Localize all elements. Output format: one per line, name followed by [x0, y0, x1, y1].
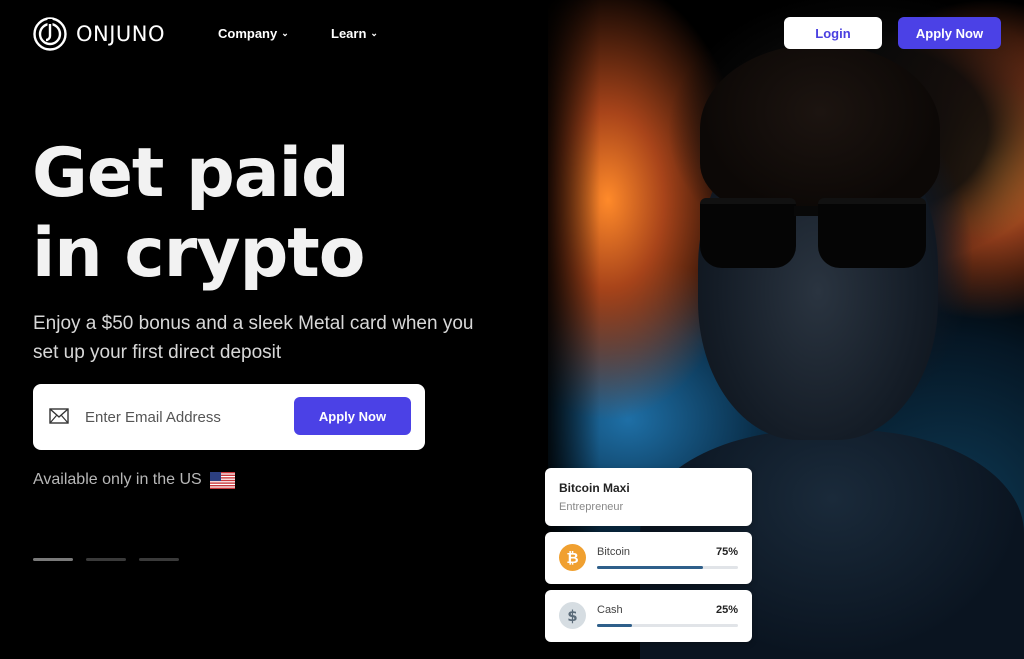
chevron-down-icon: ⌄: [281, 28, 289, 38]
sunglasses-right-lens: [818, 198, 926, 268]
sunglasses-bridge: [794, 206, 820, 216]
onjuno-logo-icon: [33, 17, 67, 51]
chevron-down-icon: ⌄: [370, 28, 378, 38]
hero-headline: Get paid in crypto: [32, 134, 532, 294]
us-flag-icon: [209, 471, 235, 489]
dollar-icon: $: [559, 602, 586, 629]
nav-learn-label: Learn: [331, 26, 367, 41]
nav-company-label: Company: [218, 26, 278, 41]
allocation-bar-fill: [597, 624, 633, 627]
allocation-bar: [597, 624, 738, 627]
hero-subtext: Enjoy a $50 bonus and a sleek Metal card…: [33, 313, 474, 363]
hero-headline-line-2: in crypto: [32, 214, 365, 293]
slider-dot[interactable]: [86, 558, 126, 561]
availability-note: Available only in the US: [33, 471, 235, 489]
allocation-bar-fill: [597, 566, 703, 569]
slider-dot[interactable]: [33, 558, 73, 561]
email-signup-form: Apply Now: [33, 384, 425, 450]
availability-text: Available only in the US: [33, 471, 202, 488]
apply-now-nav-button[interactable]: Apply Now: [898, 17, 1001, 49]
nav-learn-menu[interactable]: Learn ⌄: [331, 26, 378, 41]
brand-name: ONJUNO: [76, 22, 166, 46]
nav-company-menu[interactable]: Company ⌄: [218, 26, 289, 41]
asset-name: Cash: [597, 604, 623, 616]
brand-logo[interactable]: ONJUNO: [32, 16, 165, 52]
hero-person-hair: [700, 44, 940, 214]
asset-card-cash: $ Cash 25%: [545, 590, 752, 642]
asset-percent: 25%: [715, 604, 738, 616]
sunglasses-left-lens: [700, 198, 796, 268]
asset-card-bitcoin: ₿ Bitcoin 75%: [545, 532, 752, 584]
slider-dot[interactable]: [139, 558, 179, 561]
allocation-bar: [597, 566, 738, 569]
login-button[interactable]: Login: [784, 17, 882, 49]
hero-slider-indicators: [33, 558, 179, 561]
hero-headline-line-1: Get paid: [32, 134, 350, 213]
profile-card: Bitcoin Maxi Entrepreneur: [545, 468, 752, 526]
bitcoin-icon: ₿: [559, 544, 586, 571]
profile-name: Bitcoin Maxi: [559, 481, 630, 495]
mail-icon: [49, 408, 69, 424]
asset-name: Bitcoin: [597, 546, 631, 558]
email-input[interactable]: [85, 404, 285, 430]
profile-role: Entrepreneur: [559, 501, 624, 513]
apply-now-form-button[interactable]: Apply Now: [294, 397, 411, 435]
asset-percent: 75%: [715, 546, 738, 558]
